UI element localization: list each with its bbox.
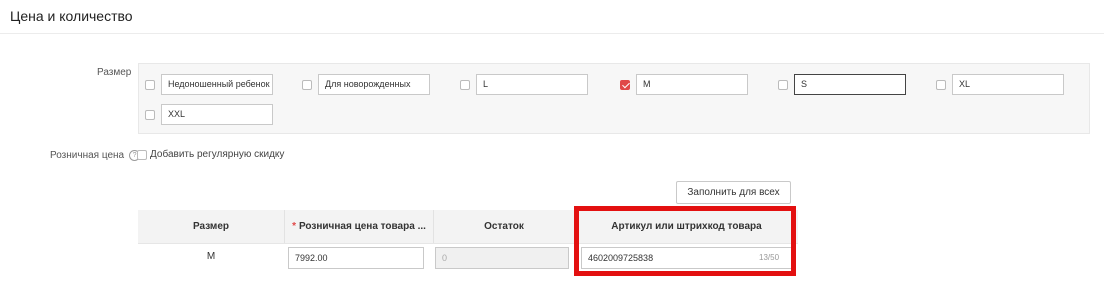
size-label: Размер [97, 67, 132, 78]
discount-checkbox[interactable] [137, 149, 147, 160]
size-input-newborn[interactable]: Для новорожденных [318, 74, 430, 95]
retail-price-label: Розничная цена ? [50, 150, 141, 161]
required-mark: * [292, 221, 296, 232]
size-input-xxl[interactable]: XXL [161, 104, 273, 125]
article-char-counter: 13/50 [759, 253, 780, 262]
size-option-m: M [620, 74, 748, 95]
stock-input: 0 [435, 247, 569, 269]
price-input[interactable]: 7992.00 [288, 247, 424, 269]
retail-price-label-text: Розничная цена [50, 150, 125, 161]
header-stock: Остаток [484, 221, 524, 232]
size-option-newborn: Для новорожденных [302, 74, 430, 95]
size-option-s: S [778, 74, 906, 95]
size-checkbox-s[interactable] [778, 79, 788, 90]
size-input-m[interactable]: M [636, 74, 748, 95]
size-input-s[interactable]: S [794, 74, 906, 95]
size-input-xl[interactable]: XL [952, 74, 1064, 95]
size-checkbox-newborn[interactable] [302, 79, 312, 90]
header-article: Артикул или штрихкод товара [611, 221, 762, 232]
header-size: Размер [192, 221, 229, 232]
size-option-xxl: XXL [145, 104, 273, 125]
size-checkbox-m[interactable] [620, 79, 630, 90]
size-input-premature[interactable]: Недоношенный ребенок [161, 74, 273, 95]
size-checkbox-xxl[interactable] [145, 109, 155, 120]
variants-table: Размер * Розничная цена товара ... Остато… [138, 210, 798, 274]
discount-option: Добавить регулярную скидку [137, 149, 284, 160]
size-checkbox-premature[interactable] [145, 79, 155, 90]
size-panel: Недоношенный ребенок Для новорожденных L… [138, 63, 1090, 134]
discount-label: Добавить регулярную скидку [150, 149, 285, 160]
table-header: Размер * Розничная цена товара ... Остато… [138, 210, 798, 244]
row-size: M [206, 251, 216, 262]
size-option-l: L [460, 74, 588, 95]
header-price-text: Розничная цена товара ... [299, 221, 426, 232]
size-option-xl: XL [936, 74, 1064, 95]
size-checkbox-l[interactable] [460, 79, 470, 90]
size-input-l[interactable]: L [476, 74, 588, 95]
fill-for-all-button[interactable]: Заполнить для всех [676, 181, 791, 204]
size-option-premature: Недоношенный ребенок [145, 74, 273, 95]
section-title: Цена и количество [10, 8, 133, 24]
header-price: * Розничная цена товара ... [285, 210, 433, 243]
title-divider [0, 33, 1104, 34]
size-checkbox-xl[interactable] [936, 79, 946, 90]
